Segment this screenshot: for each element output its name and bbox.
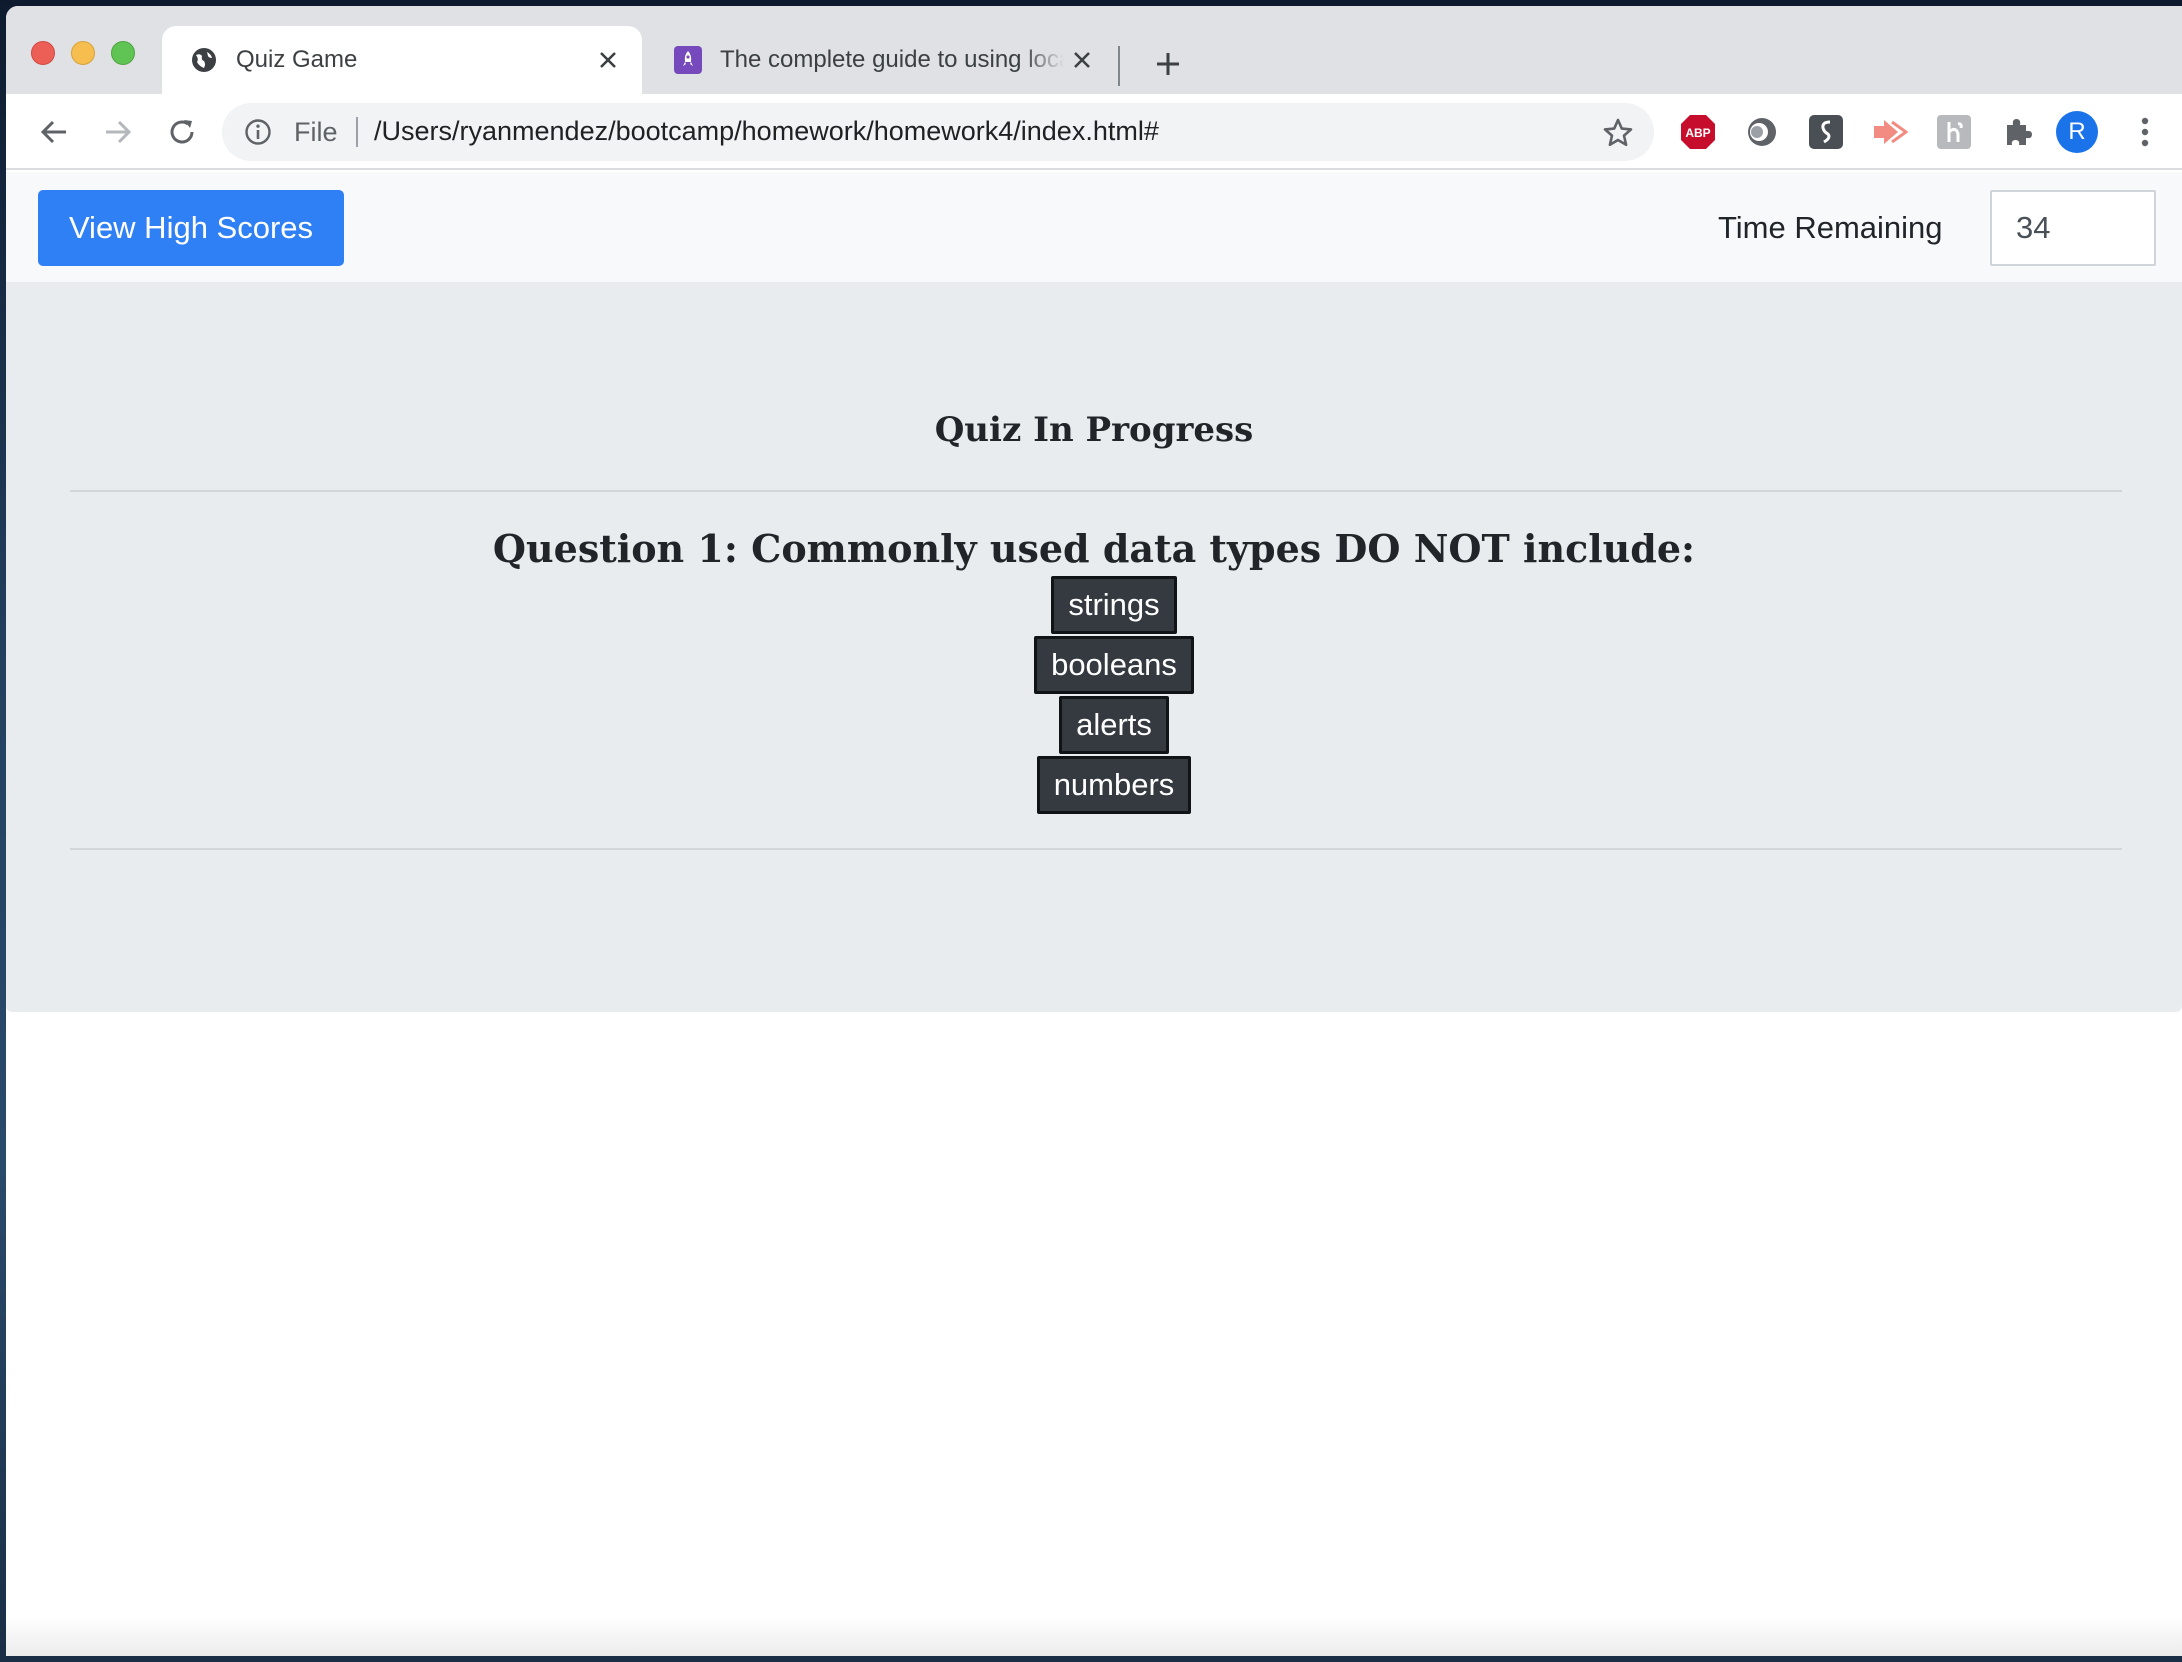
- tab-localstorage-guide[interactable]: The complete guide to using localStorage: [646, 26, 1116, 94]
- tab-quiz-game[interactable]: Quiz Game: [162, 26, 642, 94]
- new-tab-button[interactable]: [1148, 44, 1188, 84]
- quiz-panel: Quiz In Progress Question 1: Commonly us…: [6, 282, 2182, 1012]
- plus-icon: [1157, 53, 1179, 75]
- script-extension-icon[interactable]: [1934, 112, 1974, 152]
- close-tab-icon[interactable]: [590, 42, 626, 78]
- arrow-left-icon: [40, 120, 66, 144]
- divider: [70, 848, 2122, 850]
- close-tab-icon[interactable]: [1064, 42, 1100, 78]
- url-scheme-label: File: [294, 117, 338, 147]
- svg-text:ABP: ABP: [1685, 126, 1710, 140]
- forward-button[interactable]: [96, 110, 140, 154]
- answer-button[interactable]: booleans: [1034, 636, 1194, 694]
- adblock-plus-icon[interactable]: ABP: [1678, 112, 1718, 152]
- tab-separator: [1118, 46, 1120, 86]
- time-remaining-field[interactable]: 34: [1990, 190, 2156, 266]
- answer-button[interactable]: alerts: [1059, 696, 1169, 754]
- page-bottom-shade: [6, 1616, 2182, 1656]
- arrow-extension-icon[interactable]: [1870, 112, 1910, 152]
- reload-button[interactable]: [160, 110, 204, 154]
- answer-list: strings booleans alerts numbers: [6, 576, 2182, 816]
- bookmark-star-icon[interactable]: [1602, 117, 1634, 149]
- maximize-window-button[interactable]: [111, 41, 135, 65]
- tab-title: The complete guide to using localStorage: [720, 46, 1064, 73]
- answer-button[interactable]: numbers: [1036, 756, 1192, 814]
- rocket-icon: [674, 46, 702, 74]
- circle-extension-icon[interactable]: [1742, 112, 1782, 152]
- url-text[interactable]: /Users/ryanmendez/bootcamp/homework/home…: [374, 116, 1159, 147]
- info-icon[interactable]: [244, 118, 272, 146]
- navbar: View High Scores Time Remaining 34: [6, 172, 2182, 282]
- scribe-extension-icon[interactable]: [1806, 112, 1846, 152]
- profile-avatar[interactable]: R: [2056, 111, 2098, 153]
- question-text: Question 1: Commonly used data types DO …: [492, 526, 1696, 571]
- globe-icon: [190, 46, 218, 74]
- puzzle-piece-icon[interactable]: [1998, 112, 2038, 152]
- minimize-window-button[interactable]: [71, 41, 95, 65]
- answer-button[interactable]: strings: [1051, 576, 1177, 634]
- url-divider: [356, 117, 358, 147]
- tab-title: Quiz Game: [236, 46, 358, 73]
- back-button[interactable]: [32, 110, 76, 154]
- arrow-right-icon: [106, 120, 132, 144]
- browser-toolbar: File /Users/ryanmendez/bootcamp/homework…: [6, 94, 2182, 170]
- quiz-status-heading: Quiz In Progress: [934, 410, 1254, 450]
- address-bar[interactable]: File /Users/ryanmendez/bootcamp/homework…: [222, 103, 1654, 161]
- tab-strip: Quiz Game The complete guide to using lo…: [6, 6, 2182, 94]
- time-remaining-label: Time Remaining: [1718, 210, 1943, 245]
- divider: [70, 490, 2122, 492]
- more-menu-icon[interactable]: [2130, 112, 2160, 152]
- close-window-button[interactable]: [31, 41, 55, 65]
- reload-icon: [170, 120, 194, 144]
- view-high-scores-button[interactable]: View High Scores: [38, 190, 344, 266]
- browser-window: Quiz Game The complete guide to using lo…: [6, 6, 2182, 1656]
- page-viewport: View High Scores Time Remaining 34 Quiz …: [6, 172, 2182, 1656]
